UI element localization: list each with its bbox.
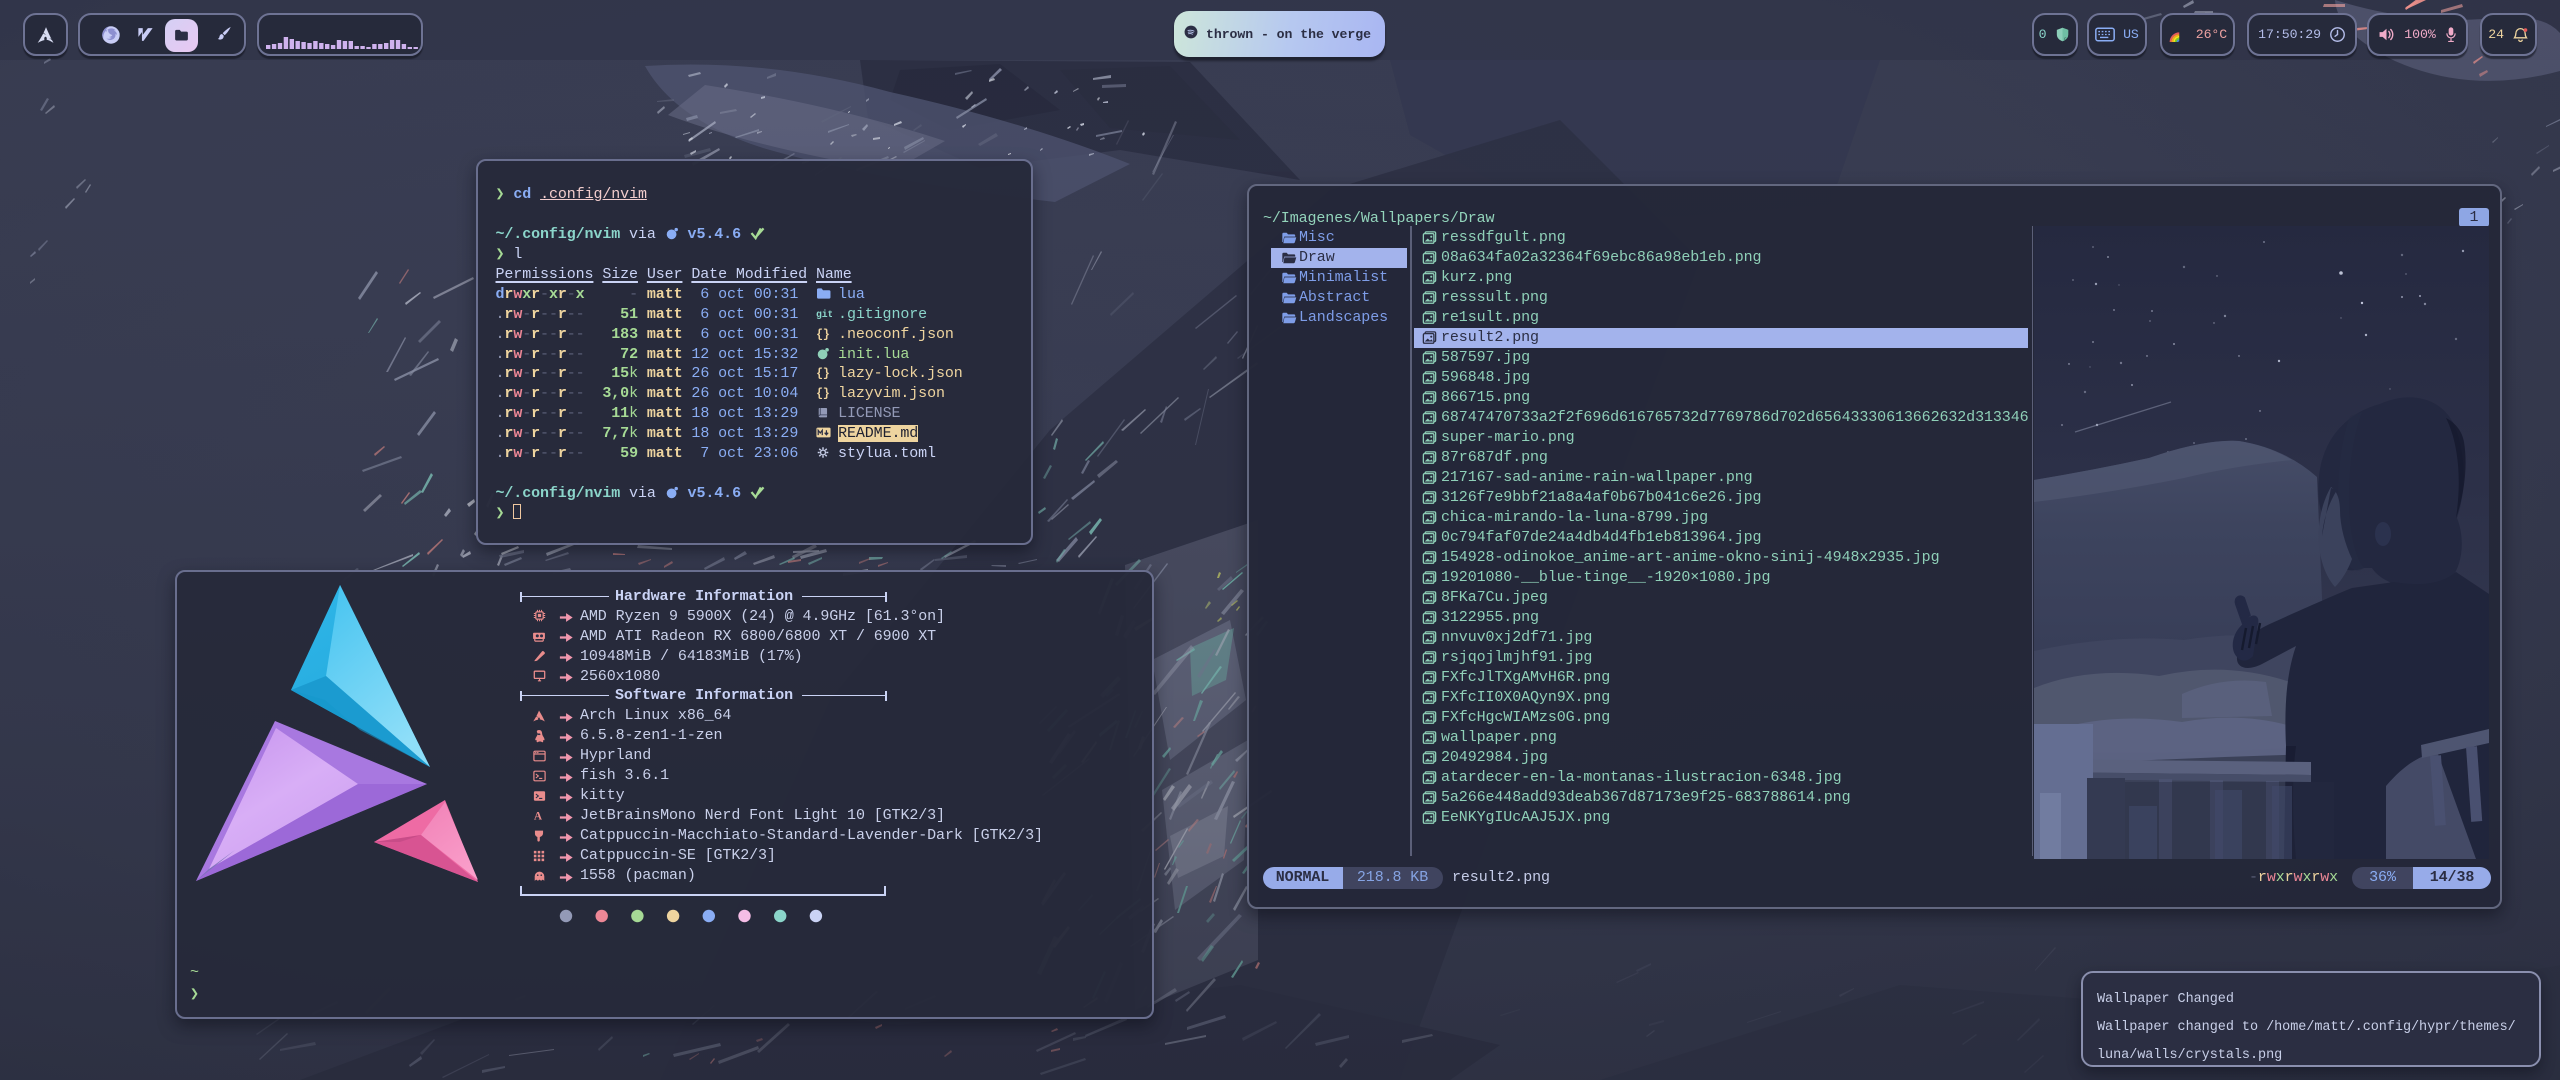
svg-text:c: c: [2064, 37, 2067, 42]
svg-text:{}: {}: [816, 328, 830, 339]
svg-text:{}: {}: [816, 368, 830, 379]
svg-text:A: A: [533, 810, 542, 821]
svg-text:git: git: [816, 309, 832, 320]
svg-text:{}: {}: [816, 388, 830, 399]
